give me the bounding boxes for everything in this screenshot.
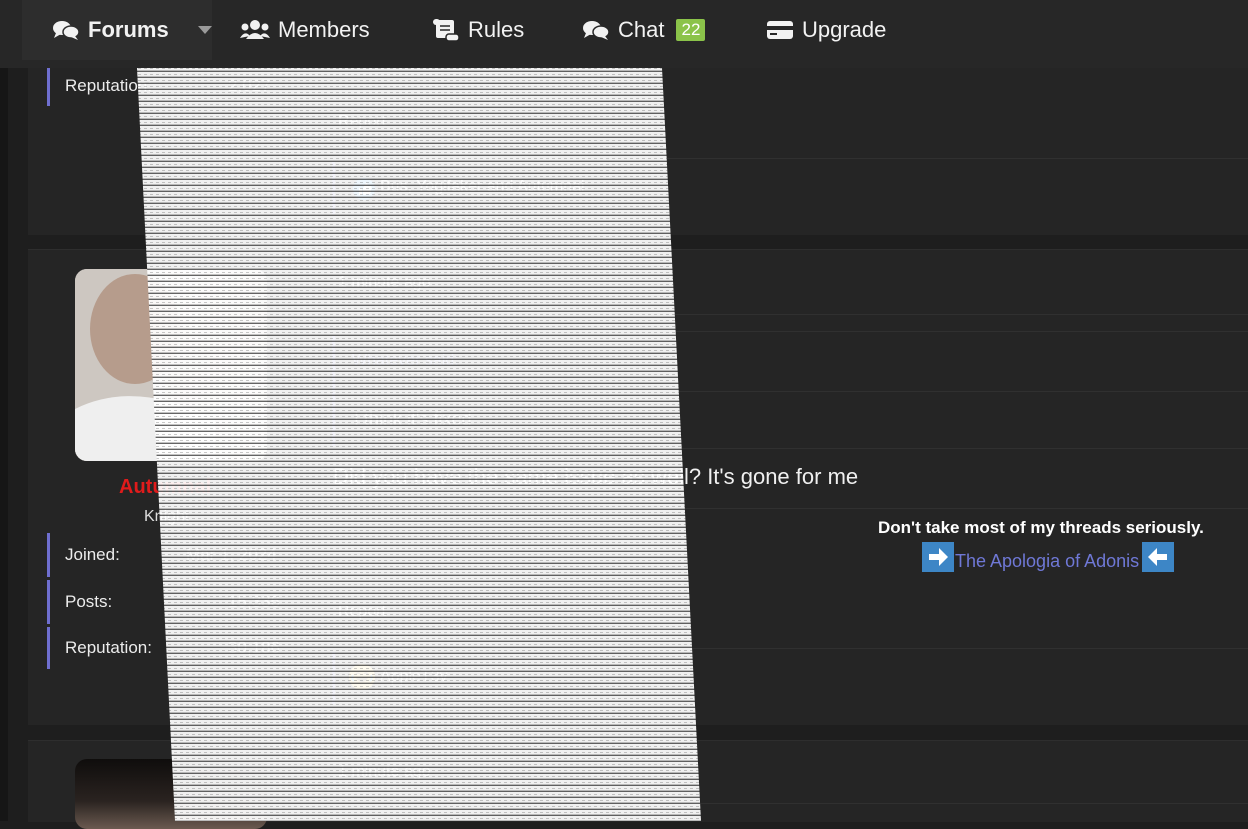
chevron-down-icon[interactable] bbox=[197, 25, 213, 35]
nav-rules-label: Rules bbox=[468, 17, 525, 42]
comments-icon bbox=[52, 19, 80, 41]
quote-text: I think it's fixed bbox=[354, 409, 472, 429]
posts-value: 15,336 bbox=[228, 592, 280, 611]
username[interactable]: Autumnal bbox=[119, 476, 211, 499]
divider bbox=[332, 448, 1248, 449]
joined-value: Mar 1, 2024 bbox=[186, 545, 277, 564]
like-icon bbox=[349, 174, 379, 204]
reputation-label: Reputation: bbox=[65, 76, 152, 95]
stat-accent-bar bbox=[47, 66, 50, 106]
post-timestamp[interactable]: 1 minute ago bbox=[338, 763, 431, 781]
comments-icon bbox=[582, 19, 610, 41]
post-message: Did you have the same issue as well? It'… bbox=[333, 464, 859, 489]
nav-chat[interactable]: Chat 22 bbox=[582, 0, 706, 60]
report-link[interactable]: Report bbox=[338, 113, 386, 131]
signature-text: Don't take most of my threads seriously. bbox=[878, 518, 1204, 537]
page-gutter bbox=[0, 0, 8, 821]
reputation-value: 30,186 bbox=[228, 638, 280, 657]
post-1 bbox=[28, 60, 1248, 235]
arrow-left-icon bbox=[1142, 542, 1174, 572]
divider bbox=[332, 331, 1248, 332]
reactions-list[interactable]: Bus, Yogifaker and Autumnal bbox=[380, 178, 585, 196]
user-title: Knight bbox=[144, 508, 190, 525]
post-timestamp[interactable]: 1 minute ago bbox=[338, 274, 431, 292]
scroll-icon bbox=[432, 18, 460, 42]
reactions-bar bbox=[332, 652, 335, 704]
reputation-value: 2,027 bbox=[228, 76, 271, 95]
nav-upgrade-label: Upgrade bbox=[802, 17, 887, 42]
users-icon bbox=[240, 19, 270, 41]
divider bbox=[332, 803, 1248, 804]
divider bbox=[332, 391, 1248, 392]
divider bbox=[332, 314, 1248, 315]
nav-rules[interactable]: Rules bbox=[432, 0, 524, 60]
crying-laughing-icon bbox=[347, 662, 377, 692]
reactions-list[interactable]: AppleT3v bbox=[380, 668, 448, 686]
quote-author[interactable]: Whatever said: bbox=[352, 352, 459, 370]
arrow-right-icon bbox=[922, 542, 954, 572]
nav-members-label: Members bbox=[278, 17, 370, 42]
nav-chat-label: Chat bbox=[618, 17, 665, 42]
nav-forums-label: Forums bbox=[88, 17, 169, 42]
credit-card-icon bbox=[766, 19, 794, 41]
stat-accent-bar bbox=[47, 533, 50, 577]
signature-link[interactable]: The Apologia of Adonis bbox=[955, 551, 1139, 572]
divider bbox=[332, 158, 1248, 159]
joined-label: Joined: bbox=[65, 545, 120, 564]
divider bbox=[332, 648, 1248, 649]
avatar[interactable] bbox=[75, 269, 267, 461]
reactions-bar bbox=[332, 162, 335, 214]
posts-label: Posts: bbox=[65, 592, 113, 611]
nav-forums[interactable]: Forums bbox=[22, 0, 212, 60]
stat-accent-bar bbox=[47, 580, 50, 624]
top-navigation: Forums Members Rules Chat 22 Upgrade bbox=[0, 0, 1248, 68]
reputation-label: Reputation: bbox=[65, 638, 152, 657]
avatar[interactable] bbox=[75, 759, 267, 829]
chat-count-badge: 22 bbox=[676, 19, 706, 41]
divider bbox=[332, 508, 1248, 509]
report-link[interactable]: Report bbox=[338, 603, 386, 621]
stat-accent-bar bbox=[47, 627, 50, 669]
nav-members[interactable]: Members bbox=[240, 0, 370, 60]
nav-upgrade[interactable]: Upgrade bbox=[766, 0, 886, 60]
